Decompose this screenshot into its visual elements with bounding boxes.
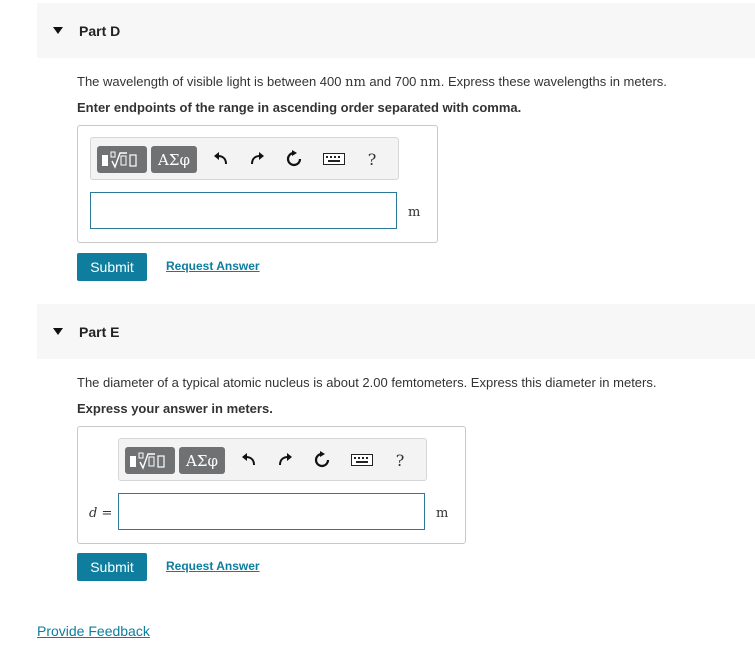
part-d-answer-input[interactable] <box>90 192 397 229</box>
part-d-request-answer-link[interactable]: Request Answer <box>166 259 260 273</box>
math-toolbar: ΑΣφ ? <box>90 137 399 180</box>
math-toolbar: ΑΣφ ? <box>118 438 427 481</box>
part-e-question: The diameter of a typical atomic nucleus… <box>77 375 657 390</box>
keyboard-icon[interactable] <box>322 149 346 169</box>
help-icon[interactable]: ? <box>390 450 410 470</box>
part-d-question: The wavelength of visible light is betwe… <box>77 74 667 90</box>
part-e-answer-input[interactable] <box>118 493 425 530</box>
symbols-button[interactable]: ΑΣφ <box>151 146 197 173</box>
help-icon[interactable]: ? <box>362 149 382 169</box>
reset-icon[interactable] <box>312 450 332 470</box>
part-e-title: Part E <box>79 323 120 340</box>
undo-icon[interactable] <box>211 149 231 169</box>
keyboard-icon[interactable] <box>350 450 374 470</box>
reset-icon[interactable] <box>284 149 304 169</box>
symbols-button[interactable]: ΑΣφ <box>179 447 225 474</box>
part-e-variable-label: d = <box>89 506 113 521</box>
part-e-answer-box: ΑΣφ ? d = m <box>77 426 466 544</box>
undo-icon[interactable] <box>239 450 259 470</box>
templates-icon <box>102 151 137 169</box>
part-e-unit: m <box>436 506 449 521</box>
part-d-submit-button[interactable]: Submit <box>77 253 147 281</box>
part-d-unit: m <box>408 205 421 220</box>
collapse-caret-icon[interactable] <box>53 328 63 335</box>
part-e-instruction: Express your answer in meters. <box>77 401 273 416</box>
part-d-title: Part D <box>79 22 121 39</box>
part-e-submit-button[interactable]: Submit <box>77 553 147 581</box>
redo-icon[interactable] <box>275 450 295 470</box>
templates-button[interactable] <box>125 447 175 474</box>
redo-icon[interactable] <box>247 149 267 169</box>
templates-icon <box>130 452 165 470</box>
templates-button[interactable] <box>97 146 147 173</box>
collapse-caret-icon[interactable] <box>53 27 63 34</box>
part-d-instruction: Enter endpoints of the range in ascendin… <box>77 100 522 115</box>
part-d-header[interactable]: Part D <box>37 3 755 58</box>
part-e-header[interactable]: Part E <box>37 304 755 359</box>
provide-feedback-link[interactable]: Provide Feedback <box>37 623 150 639</box>
part-e-request-answer-link[interactable]: Request Answer <box>166 559 260 573</box>
part-d-answer-box: ΑΣφ ? m <box>77 125 438 243</box>
